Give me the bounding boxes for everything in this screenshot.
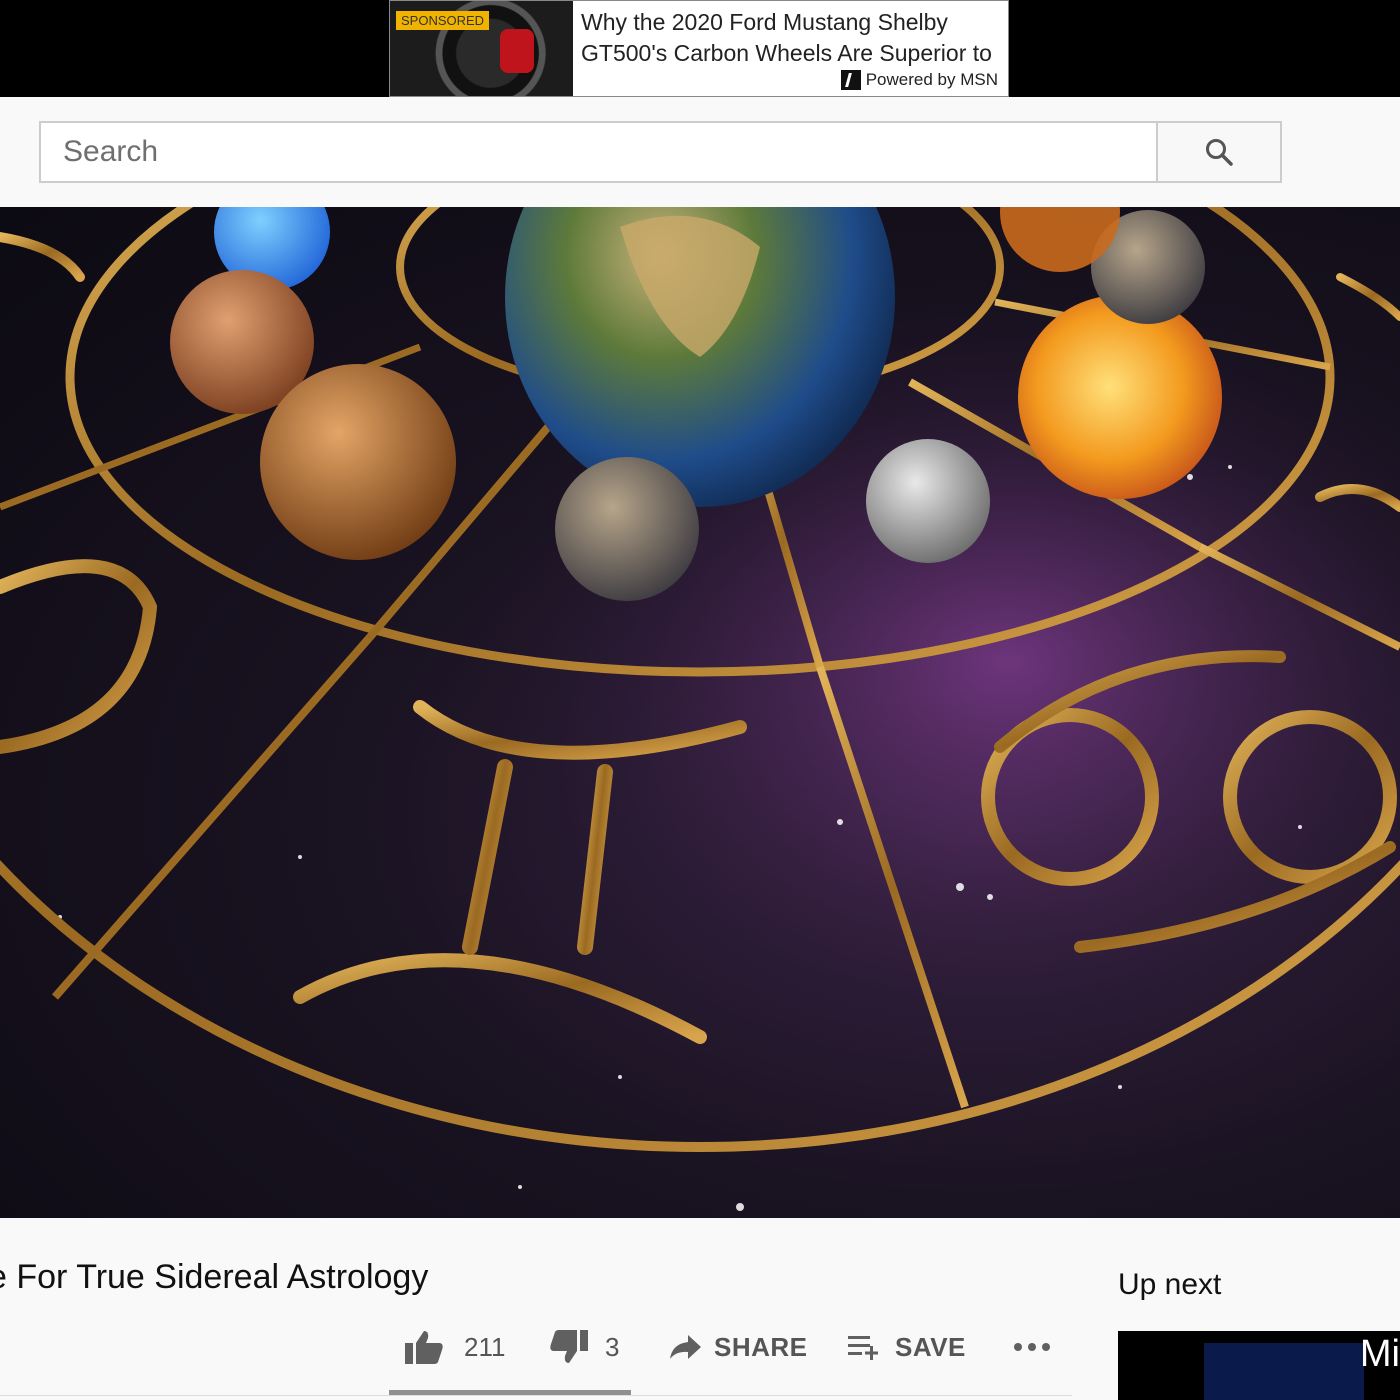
dislike-button[interactable]: 3 xyxy=(549,1322,619,1372)
sponsored-badge: SPONSORED xyxy=(396,11,490,30)
video-title: e For True Sidereal Astrology xyxy=(0,1258,429,1296)
save-button[interactable]: SAVE xyxy=(847,1322,966,1372)
thumbs-up-icon xyxy=(405,1331,443,1364)
sponsored-ad[interactable]: SPONSORED Why the 2020 Ford Mustang Shel… xyxy=(389,0,1009,97)
share-label: SHARE xyxy=(714,1331,808,1362)
ad-powered-by: Powered by MSN xyxy=(840,70,998,90)
msn-logo-icon xyxy=(840,70,861,90)
like-count: 211 xyxy=(464,1331,506,1362)
dislike-count: 3 xyxy=(605,1331,620,1362)
share-icon xyxy=(670,1335,701,1359)
search-bar xyxy=(39,121,1282,183)
video-player[interactable] xyxy=(0,207,1400,1218)
up-next-label: Up next xyxy=(1118,1268,1222,1301)
divider xyxy=(0,1395,1072,1396)
like-button[interactable]: 211 xyxy=(404,1322,505,1372)
more-actions-button[interactable] xyxy=(1012,1322,1052,1372)
thumbnail-text: Mi xyxy=(1359,1333,1400,1375)
ad-image-wheel[interactable]: SPONSORED xyxy=(390,1,573,96)
save-label: SAVE xyxy=(895,1331,966,1362)
search-button[interactable] xyxy=(1156,123,1280,181)
ad-strip: SPONSORED Why the 2020 Ford Mustang Shel… xyxy=(0,0,1400,97)
more-horiz-icon xyxy=(1014,1343,1050,1351)
ad-headline[interactable]: Why the 2020 Ford Mustang Shelby GT500's… xyxy=(581,7,1000,69)
share-button[interactable]: SHARE xyxy=(668,1322,808,1372)
playlist-add-icon xyxy=(848,1336,878,1360)
search-input[interactable] xyxy=(41,123,1156,181)
search-icon xyxy=(1206,139,1233,166)
ad-text[interactable]: Why the 2020 Ford Mustang Shelby GT500's… xyxy=(573,1,1008,96)
brake-caliper xyxy=(500,29,534,73)
thumbnail-image xyxy=(1204,1343,1364,1400)
thumbs-down-icon xyxy=(550,1330,588,1363)
video-frame-zodiac xyxy=(0,207,1400,1218)
powered-by-text: Powered by MSN xyxy=(865,70,998,89)
up-next-thumbnail[interactable]: Mi xyxy=(1118,1331,1400,1400)
